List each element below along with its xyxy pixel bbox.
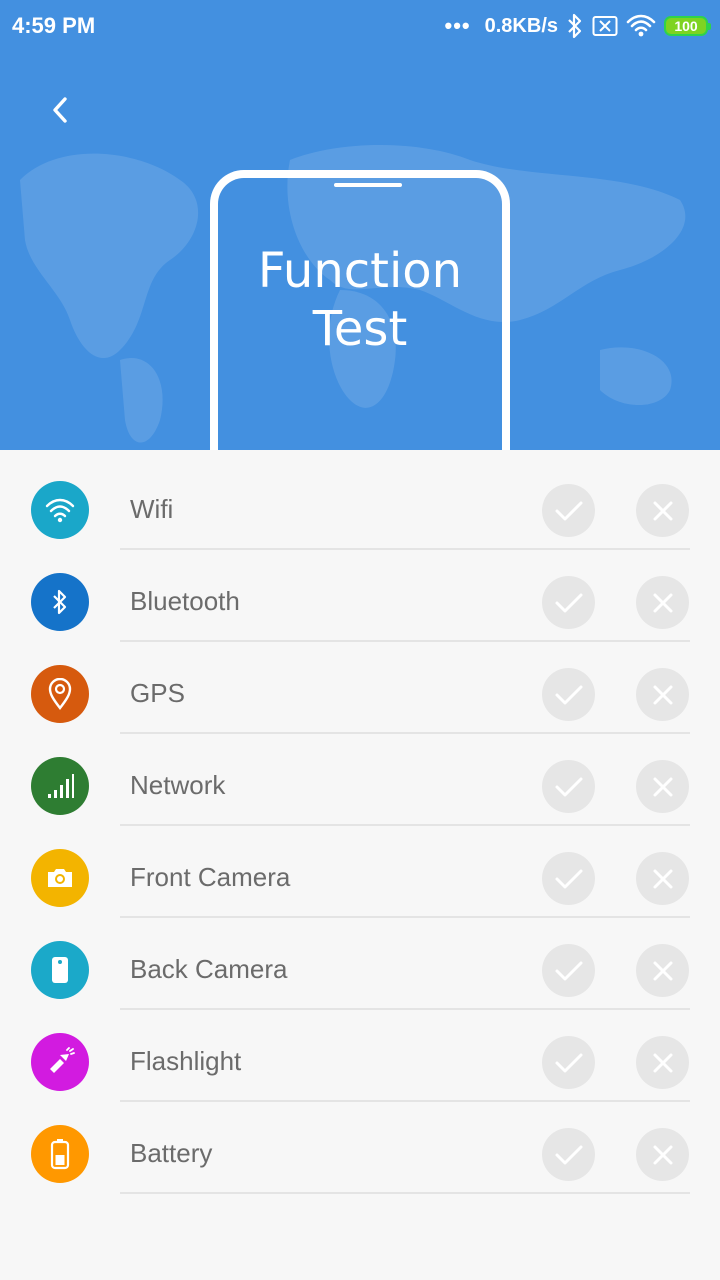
test-label: Network	[130, 770, 226, 800]
close-icon	[651, 867, 675, 891]
battery-status: 100	[664, 16, 711, 36]
check-icon	[554, 867, 584, 891]
check-icon	[554, 959, 584, 983]
check-icon	[554, 775, 584, 799]
location-pin-icon	[31, 665, 89, 723]
test-row-front-camera: Front Camera	[0, 818, 720, 918]
bluetooth-status-icon	[568, 13, 582, 39]
close-icon	[651, 499, 675, 523]
fail-button-bluetooth[interactable]	[636, 576, 689, 629]
fail-button-wifi[interactable]	[636, 484, 689, 537]
divider	[120, 1192, 690, 1194]
battery-icon	[31, 1125, 89, 1183]
close-icon	[651, 683, 675, 707]
test-row-gps: GPS	[0, 634, 720, 734]
pass-button-bluetooth[interactable]	[542, 576, 595, 629]
test-row-bluetooth: Bluetooth	[0, 542, 720, 642]
phone-speaker	[334, 183, 402, 187]
camera-icon	[31, 849, 89, 907]
test-label: Back Camera	[130, 954, 288, 984]
test-label: Battery	[130, 1138, 213, 1168]
phone-illustration: Function Test	[210, 170, 510, 450]
header-banner: 4:59 PM ••• 0.8KB/s 100 Function Test	[0, 0, 720, 450]
fail-button-front-camera[interactable]	[636, 852, 689, 905]
title-line-1: Function	[257, 243, 463, 299]
page-title: Function Test	[218, 242, 502, 358]
fail-button-gps[interactable]	[636, 668, 689, 721]
status-icons: ••• 0.8KB/s 100	[444, 10, 711, 42]
test-list: Wifi Bluetooth GPS Network Front Camera Back …	[0, 450, 720, 1194]
test-label: Front Camera	[130, 862, 291, 892]
pass-button-gps[interactable]	[542, 668, 595, 721]
phone-back-icon	[31, 941, 89, 999]
status-time: 4:59 PM	[12, 13, 96, 38]
close-icon	[651, 1143, 675, 1167]
test-row-wifi: Wifi	[0, 450, 720, 550]
pass-button-flashlight[interactable]	[542, 1036, 595, 1089]
test-row-flashlight: Flashlight	[0, 1002, 720, 1102]
test-label: Bluetooth	[130, 586, 240, 616]
close-icon	[651, 775, 675, 799]
fail-button-network[interactable]	[636, 760, 689, 813]
pass-button-battery[interactable]	[542, 1128, 595, 1181]
close-icon	[651, 1051, 675, 1075]
title-line-2: Test	[312, 301, 408, 357]
flashlight-icon	[31, 1033, 89, 1091]
test-row-network: Network	[0, 726, 720, 826]
notification-dots: •••	[444, 13, 471, 38]
status-bar: 4:59 PM ••• 0.8KB/s 100	[0, 0, 720, 52]
sim-disabled-icon	[592, 16, 618, 36]
check-icon	[554, 499, 584, 523]
check-icon	[554, 1051, 584, 1075]
pass-button-wifi[interactable]	[542, 484, 595, 537]
fail-button-battery[interactable]	[636, 1128, 689, 1181]
wifi-icon	[31, 481, 89, 539]
test-label: Wifi	[130, 494, 174, 524]
test-row-back-camera: Back Camera	[0, 910, 720, 1010]
check-icon	[554, 591, 584, 615]
pass-button-back-camera[interactable]	[542, 944, 595, 997]
signal-icon	[31, 757, 89, 815]
bluetooth-icon	[31, 573, 89, 631]
test-label: GPS	[130, 678, 185, 708]
chevron-left-icon	[53, 97, 67, 123]
test-label: Flashlight	[130, 1046, 242, 1076]
fail-button-flashlight[interactable]	[636, 1036, 689, 1089]
check-icon	[554, 683, 584, 707]
fail-button-back-camera[interactable]	[636, 944, 689, 997]
screen: 4:59 PM ••• 0.8KB/s 100 Function Test Wi…	[0, 0, 720, 1280]
check-icon	[554, 1143, 584, 1167]
close-icon	[651, 591, 675, 615]
pass-button-front-camera[interactable]	[542, 852, 595, 905]
pass-button-network[interactable]	[542, 760, 595, 813]
back-button[interactable]	[36, 86, 84, 134]
wifi-status-icon	[626, 14, 656, 37]
network-speed: 0.8KB/s	[484, 14, 558, 37]
test-row-battery: Battery	[0, 1094, 720, 1194]
close-icon	[651, 959, 675, 983]
